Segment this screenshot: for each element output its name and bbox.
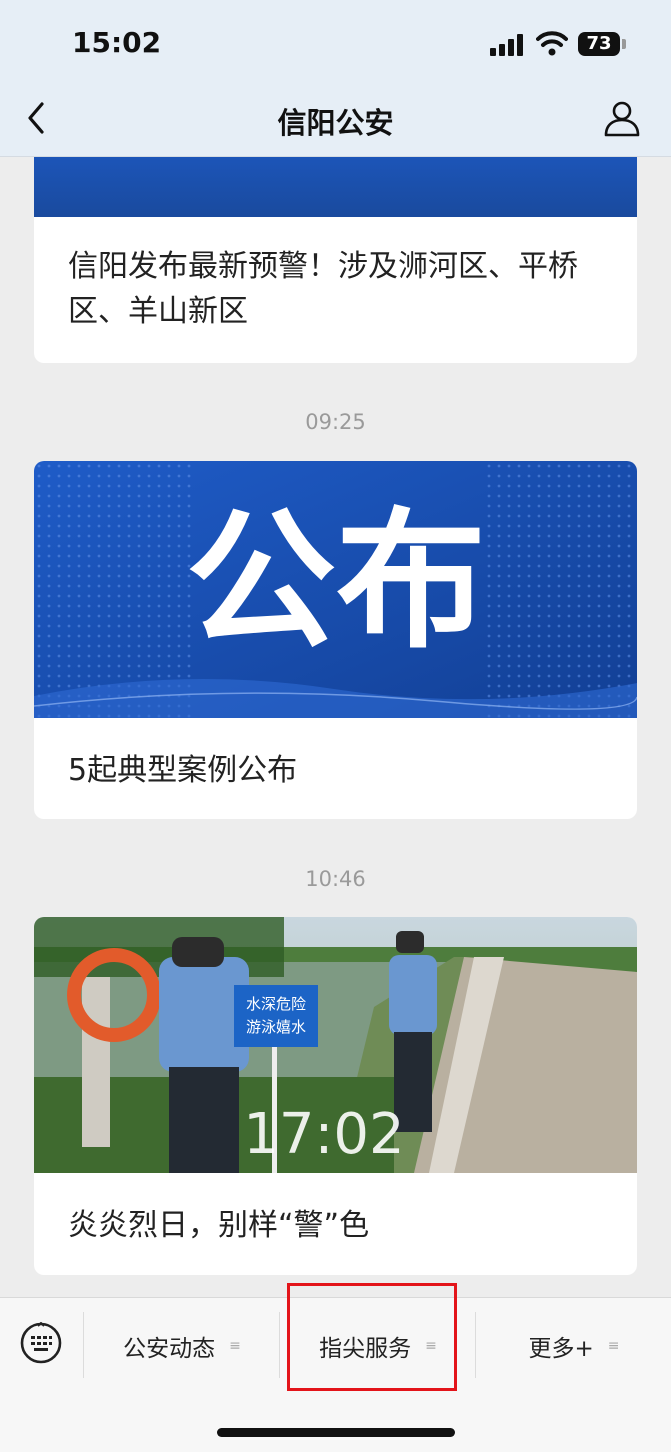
home-indicator xyxy=(217,1428,455,1437)
sign-text-2: 游泳嬉水 xyxy=(246,1018,306,1036)
article-card[interactable]: 信阳发布最新预警！涉及浉河区、平桥区、羊山新区 xyxy=(34,157,637,363)
article-cover-photo: 水深危险 游泳嬉水 17:02 xyxy=(34,917,637,1173)
highlight-box xyxy=(287,1283,457,1391)
article-cover-image: 公布 xyxy=(34,461,637,718)
article-title: 5起典型案例公布 xyxy=(68,753,298,788)
article-card[interactable]: 公布 5起典型案例公布 xyxy=(34,461,637,819)
article-title: 炎炎烈日，别样“警”色 xyxy=(68,1208,370,1243)
menu-item-police-news[interactable]: 公安动态 ≡ xyxy=(84,1298,279,1394)
submenu-lines-icon: ≡ xyxy=(607,1338,620,1354)
menu-item-label: 公安动态 xyxy=(123,1336,216,1362)
submenu-lines-icon: ≡ xyxy=(229,1338,241,1354)
menu-item-more[interactable]: 更多+ ≡ xyxy=(476,1298,671,1394)
article-banner-image xyxy=(34,157,637,217)
status-time: 15:02 xyxy=(72,26,162,59)
menu-item-label: 更多+ xyxy=(528,1336,594,1362)
cellular-signal-icon xyxy=(490,34,523,56)
page-title: 信阳公安 xyxy=(277,106,394,140)
user-profile-icon[interactable] xyxy=(602,98,642,138)
timestamp: 09:25 xyxy=(305,410,366,434)
video-duration: 17:02 xyxy=(243,1102,404,1167)
article-card[interactable]: 水深危险 游泳嬉水 17:02 炎炎烈日，别样“警”色 xyxy=(34,917,637,1275)
article-title: 信阳发布最新预警！涉及浉河区、平桥区、羊山新区 xyxy=(68,249,578,329)
battery-indicator: 73 xyxy=(578,32,620,56)
wifi-icon xyxy=(536,31,568,56)
top-bar: 15:02 73 信阳公安 xyxy=(0,0,671,157)
battery-cap xyxy=(622,39,626,49)
sign-text-1: 水深危险 xyxy=(246,995,306,1013)
keyboard-icon[interactable] xyxy=(20,1322,62,1364)
timestamp: 10:46 xyxy=(305,867,366,891)
cover-image-text: 公布 xyxy=(186,495,486,669)
